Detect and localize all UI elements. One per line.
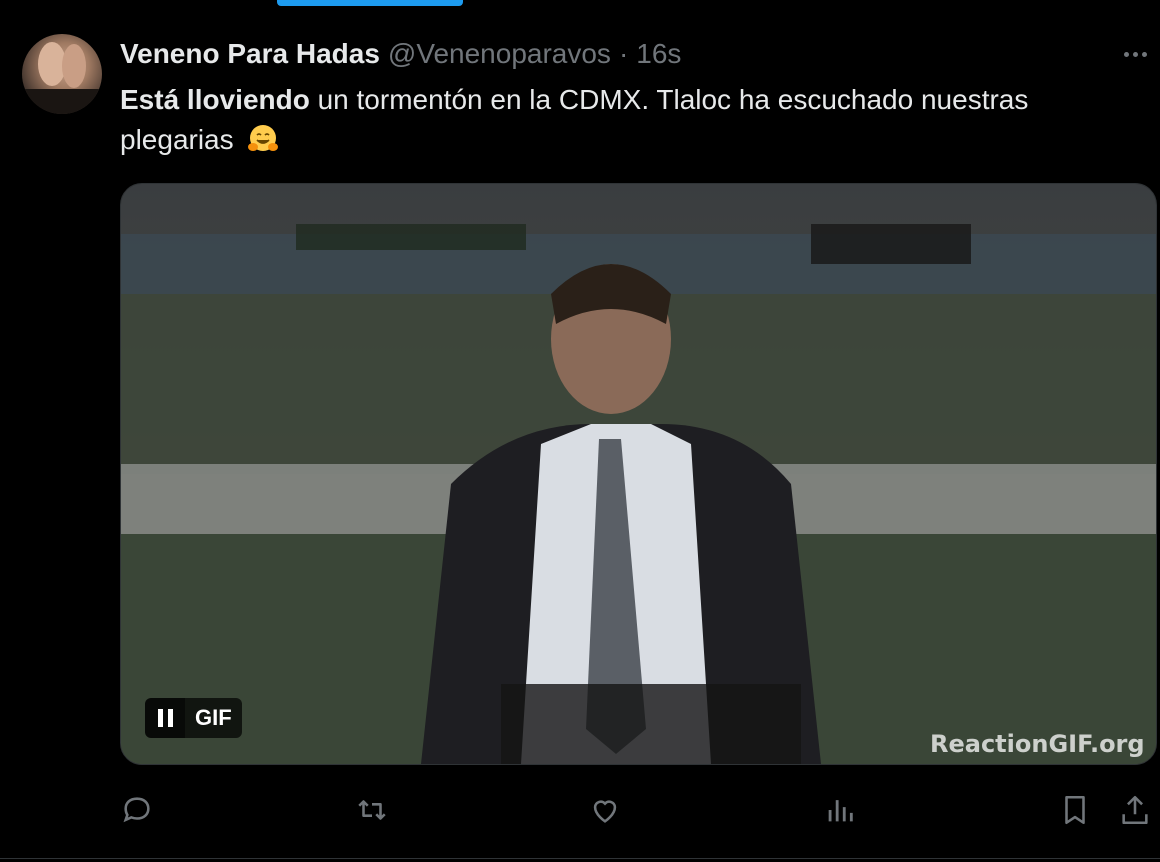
display-name[interactable]: Veneno Para Hadas: [120, 38, 380, 70]
divider: [0, 858, 1160, 859]
share-button[interactable]: [1113, 788, 1157, 832]
retweet-button[interactable]: [350, 788, 394, 832]
bookmark-button[interactable]: [1053, 788, 1097, 832]
views-icon: [828, 800, 853, 822]
reply-button[interactable]: [115, 788, 159, 832]
retweet-icon: [358, 800, 386, 820]
tweet-actions: [0, 780, 1160, 840]
bookmark-icon: [1065, 795, 1085, 825]
avatar[interactable]: [22, 34, 102, 114]
gif-label: GIF: [185, 698, 242, 738]
more-options-button[interactable]: [1118, 42, 1152, 66]
tweet-text-bold: Está lloviendo: [120, 84, 310, 115]
tweet[interactable]: Veneno Para Hadas @Venenoparavos · 16s E…: [0, 0, 1160, 862]
hugging-face-emoji-icon: [247, 123, 279, 155]
reply-icon: [123, 797, 150, 823]
pause-icon[interactable]: [145, 698, 185, 738]
tweet-header: Veneno Para Hadas @Venenoparavos · 16s: [120, 34, 681, 74]
user-handle[interactable]: @Venenoparavos: [388, 38, 611, 70]
separator-dot: ·: [618, 38, 629, 69]
like-button[interactable]: [583, 788, 627, 832]
more-dot-icon: [1141, 51, 1147, 57]
more-dot-icon: [1132, 51, 1138, 57]
gif-media[interactable]: [120, 183, 1157, 765]
tweet-text: Está lloviendo un tormentón en la CDMX. …: [120, 80, 1130, 160]
share-icon: [1122, 795, 1148, 825]
like-icon: [593, 800, 617, 823]
more-dot-icon: [1123, 51, 1129, 57]
timestamp[interactable]: 16s: [636, 38, 681, 70]
gif-badge[interactable]: GIF: [145, 698, 242, 738]
views-button[interactable]: [818, 788, 862, 832]
media-watermark: ReactionGIF.org: [930, 730, 1145, 758]
